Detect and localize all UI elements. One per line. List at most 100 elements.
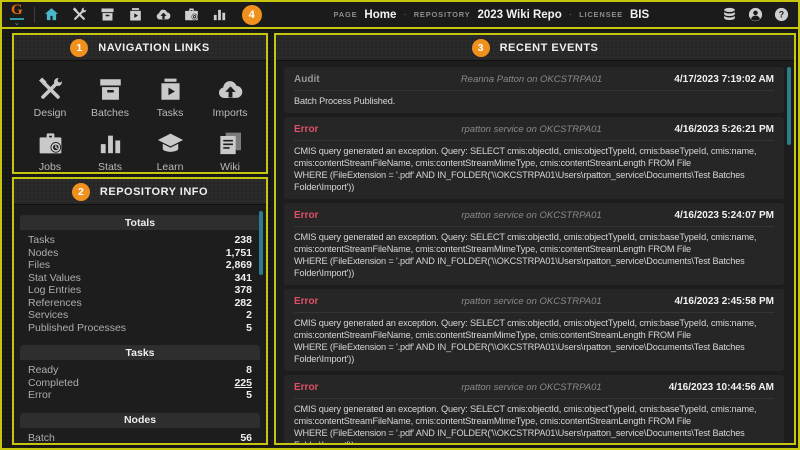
help-button[interactable]	[773, 6, 790, 23]
event-meta: rpatton service on OKCSTRPA01	[461, 296, 602, 307]
nav-link-imports[interactable]: Imports	[200, 69, 260, 123]
stat-row: Error 5	[28, 389, 252, 402]
event-meta: rpatton service on OKCSTRPA01	[461, 382, 602, 393]
tasks-button[interactable]	[127, 6, 144, 23]
design-button[interactable]	[71, 6, 88, 23]
stat-row: Services 2	[28, 309, 252, 322]
book-icon	[216, 129, 245, 158]
app-logo[interactable]: G ⌄	[10, 2, 24, 27]
tools-icon	[71, 6, 88, 23]
repository-label: REPOSITORY	[413, 10, 471, 19]
repository-scrollbar-thumb[interactable]	[259, 211, 263, 275]
stats-button[interactable]	[211, 6, 228, 23]
event-type: Error	[294, 210, 319, 221]
nav-link-label: Jobs	[38, 161, 62, 173]
annotation-badge-4: 4	[241, 4, 262, 25]
nav-link-label: Imports	[212, 107, 248, 119]
repository-menu-button[interactable]	[721, 6, 738, 23]
nav-link-design[interactable]: Design	[20, 69, 80, 123]
recent-events-list: Audit Reanna Patton on OKCSTRPA01 4/17/2…	[276, 61, 794, 443]
panel-title: REPOSITORY INFO	[99, 185, 209, 198]
stat-label: Stat Values	[28, 271, 81, 284]
archive-box-icon	[99, 6, 116, 23]
cloud-upload-icon	[216, 75, 245, 104]
annotation-badge-2: 2	[71, 182, 90, 201]
stat-label: Batch	[28, 431, 55, 442]
nav-link-tasks[interactable]: Tasks	[140, 69, 200, 123]
event-meta: Reanna Patton on OKCSTRPA01	[460, 74, 603, 85]
archive-box-icon	[96, 75, 125, 104]
nav-link-jobs[interactable]: Jobs	[20, 123, 80, 177]
breadcrumb-separator: ·	[568, 9, 573, 20]
stat-row: Published Processes 5	[28, 322, 252, 335]
panel-title: RECENT EVENTS	[499, 41, 599, 54]
stat-value-link[interactable]: 225	[234, 377, 252, 390]
stat-label: Nodes	[28, 246, 59, 259]
stat-value: 2	[246, 309, 252, 321]
graduation-cap-icon	[156, 129, 185, 158]
nav-link-label: Tasks	[156, 107, 184, 119]
stat-label: Error	[28, 389, 52, 401]
account-button[interactable]	[747, 6, 764, 23]
event-meta: rpatton service on OKCSTRPA01	[461, 124, 602, 135]
repository-info-header: 2 REPOSITORY INFO	[14, 179, 266, 205]
stat-row: Batch 56	[28, 432, 252, 442]
event-card[interactable]: Error rpatton service on OKCSTRPA01 4/16…	[284, 117, 784, 199]
topbar-right-icons	[721, 6, 790, 23]
event-card[interactable]: Audit Reanna Patton on OKCSTRPA01 4/17/2…	[284, 67, 784, 113]
tools-icon	[36, 75, 65, 104]
account-icon	[747, 6, 764, 23]
nav-link-wiki[interactable]: Wiki	[200, 123, 260, 177]
stat-value: 5	[246, 389, 252, 401]
bar-chart-icon	[211, 6, 228, 23]
section-title: Tasks	[20, 345, 260, 360]
stat-row: Ready 8	[28, 364, 252, 377]
stat-value: 1,751	[225, 246, 252, 259]
stat-label: Services	[28, 309, 69, 321]
help-icon	[773, 6, 790, 23]
page-value: Home	[364, 8, 397, 21]
stat-label: Files	[28, 259, 51, 271]
stat-label: Published Processes	[28, 321, 127, 334]
stat-value: 5	[246, 321, 252, 334]
stat-row: Completed 225	[28, 377, 252, 390]
nav-link-label: Batches	[91, 107, 129, 119]
navigation-links-panel: 1 NAVIGATION LINKS Design Batches Tasks …	[12, 33, 268, 174]
home-button[interactable]	[43, 6, 60, 23]
topbar-divider	[33, 6, 35, 23]
nav-link-batches[interactable]: Batches	[80, 69, 140, 123]
batches-button[interactable]	[99, 6, 116, 23]
event-type: Audit	[294, 74, 320, 85]
stat-value: 2,869	[225, 259, 252, 271]
repository-value[interactable]: 2023 Wiki Repo	[477, 9, 561, 21]
section-title: Nodes	[20, 412, 260, 428]
stat-row: Tasks 238	[28, 234, 252, 247]
events-scrollbar-thumb[interactable]	[787, 67, 791, 145]
event-card[interactable]: Error rpatton service on OKCSTRPA01 4/16…	[284, 203, 784, 285]
stat-row: References 282	[28, 297, 252, 310]
briefcase-gear-icon	[183, 6, 200, 23]
tasks-box-icon	[127, 6, 144, 23]
nav-link-stats[interactable]: Stats	[80, 123, 140, 177]
stat-label: Log Entries	[28, 284, 82, 296]
event-timestamp: 4/16/2023 2:45:58 PM	[674, 296, 774, 307]
breadcrumb-separator: ·	[403, 9, 407, 20]
nav-link-label: Wiki	[220, 161, 240, 173]
imports-button[interactable]	[155, 6, 172, 23]
dashboard-page: G ⌄ 4 PAGE Home · REPOSITORY 2023 Wiki R…	[0, 0, 800, 450]
nav-link-label: Design	[33, 107, 67, 119]
nav-link-learn[interactable]: Learn	[140, 123, 200, 177]
jobs-button[interactable]	[183, 6, 200, 23]
section-title: Totals	[20, 215, 260, 230]
annotation-badge-1: 1	[70, 38, 89, 57]
stat-value: 56	[240, 431, 252, 442]
navigation-links-header: 1 NAVIGATION LINKS	[14, 35, 266, 61]
licensee-label: LICENSEE	[579, 10, 623, 19]
stat-row: Files 2,869	[28, 259, 252, 272]
event-card[interactable]: Error rpatton service on OKCSTRPA01 4/16…	[284, 289, 784, 371]
event-card[interactable]: Error rpatton service on OKCSTRPA01 4/16…	[284, 375, 784, 443]
database-icon	[721, 6, 738, 23]
topbar-nav-icons	[43, 6, 228, 23]
breadcrumb: PAGE Home · REPOSITORY 2023 Wiki Repo · …	[262, 9, 721, 21]
event-timestamp: 4/16/2023 5:26:21 PM	[674, 124, 774, 135]
